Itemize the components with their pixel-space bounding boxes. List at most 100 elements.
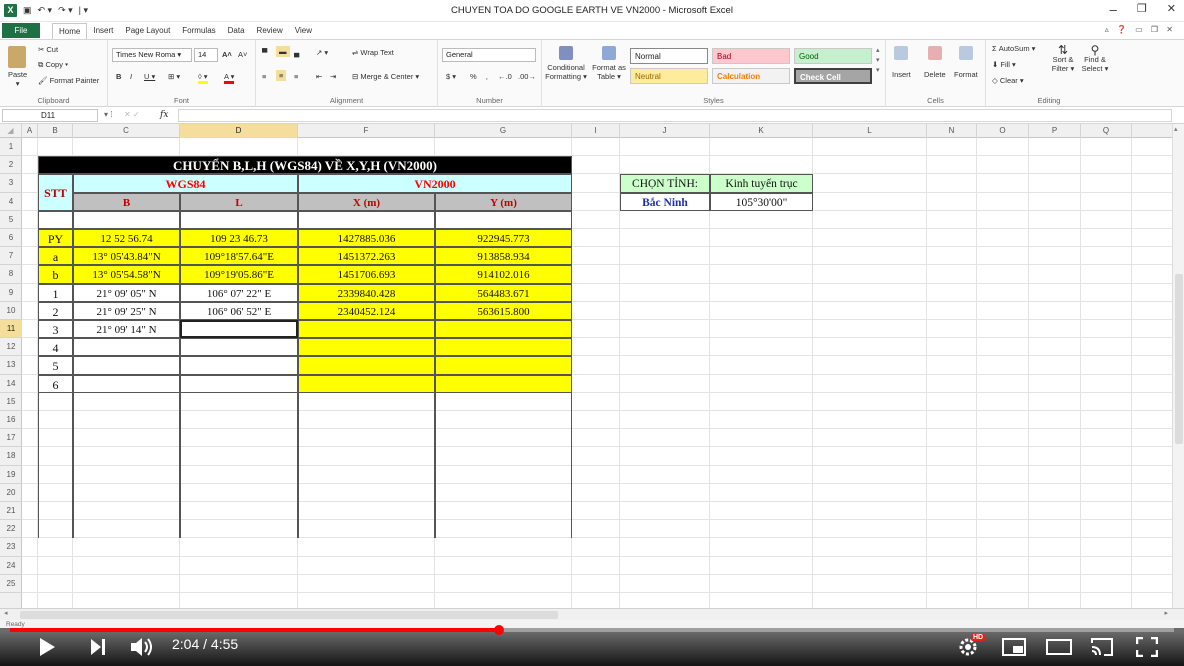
row-header-18[interactable]: 18 — [0, 447, 22, 466]
percent-button[interactable]: % — [470, 72, 477, 81]
table-b-cell[interactable]: 12 52 56.74 — [73, 229, 180, 248]
row-header-14[interactable]: 14 — [0, 375, 22, 393]
row-header-15[interactable]: 15 — [0, 393, 22, 411]
tab-formulas[interactable]: Formulas — [176, 23, 221, 39]
column-header-i[interactable]: I — [572, 124, 620, 138]
underline-button[interactable]: U ▾ — [144, 72, 155, 81]
table-x-cell[interactable] — [298, 374, 435, 393]
style-calculation[interactable]: Calculation — [712, 68, 790, 84]
table-y-cell[interactable] — [435, 338, 572, 357]
table-y-cell[interactable]: 563615.800 — [435, 301, 572, 320]
row-header-20[interactable]: 20 — [0, 484, 22, 502]
row-header-22[interactable]: 22 — [0, 520, 22, 539]
restore-button[interactable]: ❐ — [1137, 2, 1147, 17]
row-header-16[interactable]: 16 — [0, 411, 22, 430]
table-stt-cell[interactable]: 5 — [38, 356, 73, 375]
cast-icon[interactable] — [1090, 637, 1114, 659]
format-as-table-button[interactable]: Format as Table ▾ — [590, 46, 628, 81]
clear-button[interactable]: ◇ Clear ▾ — [992, 76, 1024, 85]
scroll-left-icon[interactable]: ◂ — [4, 609, 8, 617]
table-l-cell[interactable] — [180, 356, 298, 375]
table-x-cell[interactable] — [298, 338, 435, 357]
table-stt-cell[interactable]: 4 — [38, 338, 73, 357]
align-left-icon[interactable]: ≡ — [262, 72, 266, 81]
file-tab[interactable]: File — [2, 23, 40, 38]
formula-input[interactable] — [178, 109, 1172, 122]
tab-home[interactable]: Home — [52, 23, 88, 39]
decrease-indent-icon[interactable]: ⇤ — [316, 72, 322, 81]
row-header-4[interactable]: 4 — [0, 193, 22, 211]
decrease-decimal-button[interactable]: .00→ — [518, 72, 536, 81]
row-header-12[interactable]: 12 — [0, 338, 22, 357]
table-stt-cell[interactable]: 2 — [38, 301, 73, 320]
table-b-cell[interactable] — [73, 338, 180, 357]
minimize-button[interactable]: – — [1110, 2, 1117, 17]
table-stt-cell[interactable]: b — [38, 265, 73, 284]
find-select-button[interactable]: ⚲ Find & Select ▾ — [1080, 44, 1110, 73]
font-color-button[interactable]: A ▾ — [224, 72, 235, 84]
province-value[interactable]: Bắc Ninh — [620, 192, 710, 211]
align-center-icon[interactable]: ≡ — [276, 70, 287, 81]
volume-icon[interactable] — [130, 636, 156, 660]
align-right-icon[interactable]: ≡ — [294, 72, 298, 81]
miniplayer-icon[interactable] — [1002, 638, 1026, 658]
merge-center-button[interactable]: ⊟ Merge & Center ▾ — [352, 72, 419, 81]
close-button[interactable]: ✕ — [1167, 2, 1176, 17]
horizontal-scroll-thumb[interactable] — [20, 611, 558, 619]
column-header-l[interactable]: L — [813, 124, 927, 138]
table-l-cell[interactable] — [180, 338, 298, 357]
column-header-k[interactable]: K — [710, 124, 813, 138]
orientation-icon[interactable]: ↗ ▾ — [316, 48, 328, 57]
number-format-dropdown[interactable]: General — [442, 48, 536, 62]
styles-scroll-icon[interactable]: ▴ ▾ ▾ — [876, 46, 880, 76]
theater-mode-icon[interactable] — [1046, 638, 1072, 658]
row-header-2[interactable]: 2 — [0, 156, 22, 175]
wrap-text-button[interactable]: ⇌ Wrap Text — [352, 48, 394, 57]
table-b-cell[interactable] — [73, 374, 180, 393]
table-y-cell[interactable] — [435, 374, 572, 393]
vertical-scroll-thumb[interactable] — [1175, 274, 1183, 444]
paste-button[interactable]: Paste ▾ — [8, 46, 27, 88]
increase-decimal-button[interactable]: ←.0 — [498, 72, 512, 81]
font-name-dropdown[interactable]: Times New Roma ▾ — [112, 48, 192, 62]
insert-function-button[interactable]: fx — [160, 110, 168, 120]
conditional-formatting-button[interactable]: Conditional Formatting ▾ — [544, 46, 588, 81]
table-stt-cell[interactable]: 1 — [38, 283, 73, 302]
shrink-font-button[interactable]: A˅ — [238, 50, 247, 59]
table-b-cell[interactable] — [73, 356, 180, 375]
table-b-cell[interactable]: 13° 05'54.58"N — [73, 265, 180, 284]
ribbon-window-icons[interactable]: ▵ ❓ ▭ ❐ ✕ — [1105, 25, 1176, 34]
play-button[interactable] — [38, 637, 56, 659]
insert-cells-button[interactable]: Insert — [892, 46, 911, 79]
style-check-cell[interactable]: Check Cell — [794, 68, 872, 84]
row-header-3[interactable]: 3 — [0, 174, 22, 193]
row-header-11[interactable]: 11 — [0, 320, 22, 339]
column-header-c[interactable]: C — [73, 124, 180, 138]
row-header-17[interactable]: 17 — [0, 429, 22, 448]
row-header-7[interactable]: 7 — [0, 247, 22, 266]
column-header-q[interactable]: Q — [1081, 124, 1132, 138]
table-y-cell[interactable]: 922945.773 — [435, 229, 572, 248]
row-header-8[interactable]: 8 — [0, 265, 22, 284]
table-b-cell[interactable]: 21° 09' 25" N — [73, 301, 180, 320]
style-good[interactable]: Good — [794, 48, 872, 64]
name-box-dropdown-icon[interactable]: ▾ ⁞ — [104, 110, 112, 119]
worksheet-grid[interactable]: CHUYỂN B,L,H (WGS84) VỀ X,Y,H (VN2000) ST… — [22, 138, 1172, 608]
tab-data[interactable]: Data — [222, 23, 251, 39]
bold-button[interactable]: B — [116, 72, 121, 81]
column-header-j[interactable]: J — [620, 124, 710, 138]
column-header-o[interactable]: O — [977, 124, 1029, 138]
video-scrubber-knob[interactable] — [493, 625, 504, 635]
align-top-icon[interactable]: ▀ — [262, 48, 267, 57]
font-size-dropdown[interactable]: 14 — [194, 48, 218, 62]
style-neutral[interactable]: Neutral — [630, 68, 708, 84]
table-y-cell[interactable]: 914102.016 — [435, 265, 572, 284]
align-middle-icon[interactable]: ▬ — [276, 46, 290, 57]
row-header-1[interactable]: 1 — [0, 138, 22, 157]
table-x-cell[interactable] — [298, 356, 435, 375]
sort-filter-button[interactable]: ⇅ Sort & Filter ▾ — [1048, 44, 1078, 73]
tab-view[interactable]: View — [289, 23, 318, 39]
comma-button[interactable]: ‚ — [486, 72, 488, 81]
tab-review[interactable]: Review — [251, 23, 289, 39]
column-header-g[interactable]: G — [435, 124, 572, 138]
